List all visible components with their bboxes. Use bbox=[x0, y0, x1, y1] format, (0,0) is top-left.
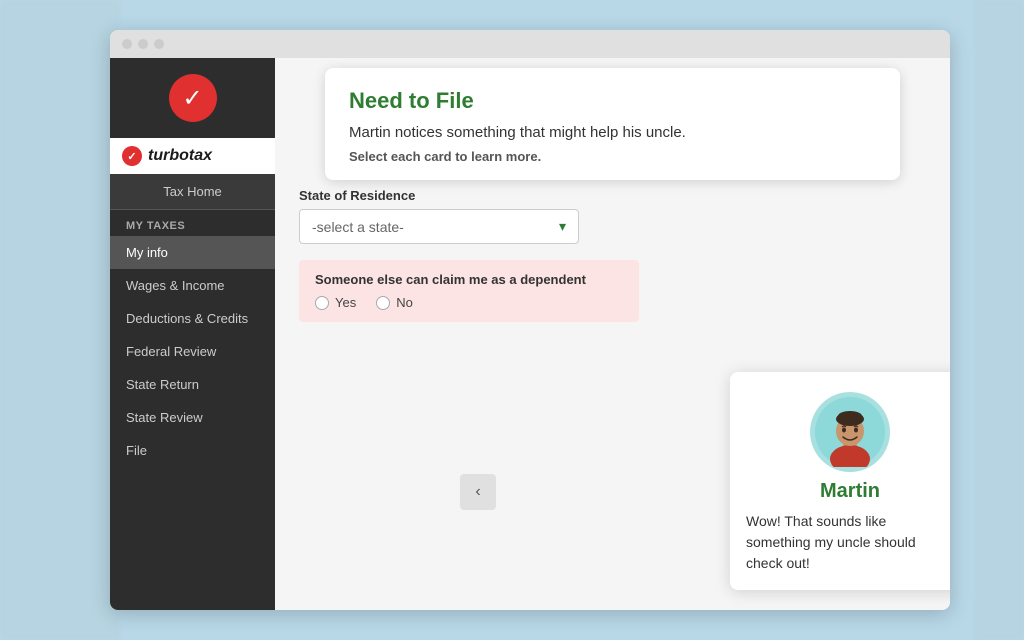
radio-group: Yes No bbox=[315, 295, 623, 310]
browser-dot-1 bbox=[122, 39, 132, 49]
info-card: Need to File Martin notices something th… bbox=[325, 68, 900, 180]
browser-content: ✓ ✓ turbotax Tax Home MY TAXES My info W… bbox=[110, 58, 950, 610]
browser-titlebar bbox=[110, 30, 950, 58]
check-icon: ✓ bbox=[169, 74, 217, 122]
browser-dot-2 bbox=[138, 39, 148, 49]
martin-text: Wow! That sounds like something my uncle… bbox=[746, 511, 950, 574]
browser-window: ✓ ✓ turbotax Tax Home MY TAXES My info W… bbox=[110, 30, 950, 610]
martin-avatar bbox=[810, 392, 890, 472]
browser-dot-3 bbox=[154, 39, 164, 49]
info-card-title: Need to File bbox=[349, 88, 876, 114]
radio-no-label: No bbox=[396, 295, 413, 310]
state-select[interactable]: -select a state- ▾ bbox=[299, 209, 579, 244]
sidebar: ✓ ✓ turbotax Tax Home MY TAXES My info W… bbox=[110, 58, 275, 610]
info-card-sub: Select each card to learn more. bbox=[349, 149, 876, 164]
martin-name: Martin bbox=[746, 480, 950, 503]
sidebar-item-state-review[interactable]: State Review bbox=[110, 401, 275, 434]
state-select-value: -select a state- bbox=[312, 219, 404, 235]
nav-left-button[interactable]: ‹ bbox=[460, 474, 496, 510]
sidebar-item-federal-review[interactable]: Federal Review bbox=[110, 335, 275, 368]
info-card-body: Martin notices something that might help… bbox=[349, 124, 876, 141]
radio-yes[interactable]: Yes bbox=[315, 295, 356, 310]
sidebar-item-deductions[interactable]: Deductions & Credits bbox=[110, 302, 275, 335]
martin-avatar-svg bbox=[815, 397, 885, 467]
sidebar-item-myinfo[interactable]: My info bbox=[110, 236, 275, 269]
sidebar-item-state-return[interactable]: State Return bbox=[110, 368, 275, 401]
my-taxes-header: MY TAXES bbox=[110, 210, 275, 236]
dependent-label: Someone else can claim me as a dependent bbox=[315, 272, 623, 287]
sidebar-logo-area: ✓ bbox=[110, 58, 275, 138]
martin-card: Martin Wow! That sounds like something m… bbox=[730, 372, 950, 590]
sidebar-item-wages[interactable]: Wages & Income bbox=[110, 269, 275, 302]
chevron-down-icon: ▾ bbox=[559, 218, 566, 235]
sidebar-tax-home[interactable]: Tax Home bbox=[110, 174, 275, 210]
dependent-card: Someone else can claim me as a dependent… bbox=[299, 260, 639, 322]
turbotax-logo: ✓ turbotax bbox=[110, 138, 275, 174]
turbotax-icon: ✓ bbox=[122, 146, 142, 166]
sidebar-item-file[interactable]: File bbox=[110, 434, 275, 467]
state-label: State of Residence bbox=[299, 188, 926, 203]
radio-no-circle bbox=[376, 296, 390, 310]
radio-yes-circle bbox=[315, 296, 329, 310]
radio-no[interactable]: No bbox=[376, 295, 413, 310]
turbotax-brand: turbotax bbox=[148, 147, 212, 165]
radio-yes-label: Yes bbox=[335, 295, 356, 310]
chevron-left-icon: ‹ bbox=[475, 483, 480, 501]
main-content: Need to File Martin notices something th… bbox=[275, 58, 950, 610]
